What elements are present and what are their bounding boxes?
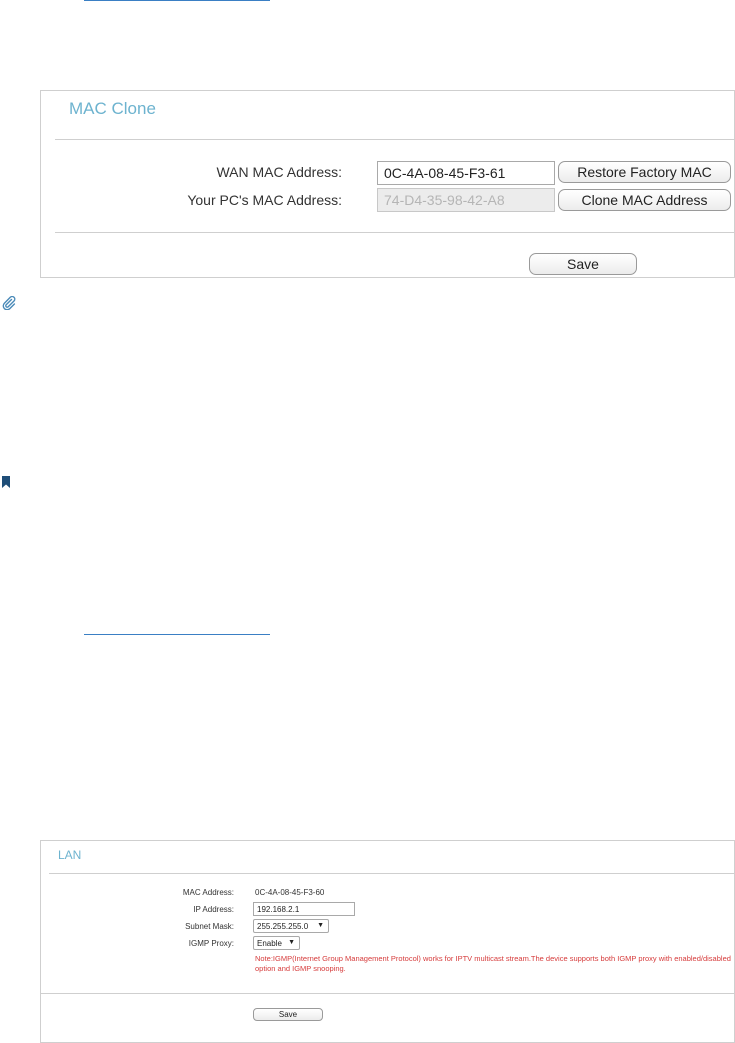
lan-subnet-value: 255.255.255.0 (257, 922, 309, 931)
lan-mac-value: 0C-4A-08-45-F3-60 (255, 888, 325, 897)
lan-igmp-note: Note:IGMP(Internet Group Management Prot… (255, 954, 731, 973)
wan-mac-input[interactable]: 0C-4A-08-45-F3-61 (377, 161, 555, 185)
link-underline-top[interactable] (84, 0, 270, 1)
link-underline-middle[interactable] (84, 634, 270, 635)
restore-factory-mac-button[interactable]: Restore Factory MAC (558, 161, 731, 183)
mac-clone-panel: MAC Clone WAN MAC Address: 0C-4A-08-45-F… (40, 90, 735, 278)
lan-divider-bottom (41, 993, 735, 994)
mac-clone-divider-bottom (55, 232, 735, 233)
clone-mac-address-button[interactable]: Clone MAC Address (558, 189, 731, 211)
lan-subnet-label: Subnet Mask: (185, 922, 234, 931)
pc-mac-input: 74-D4-35-98-42-A8 (377, 188, 555, 212)
lan-divider-top (49, 873, 735, 874)
lan-subnet-select[interactable]: 255.255.255.0 ▼ (253, 919, 329, 933)
lan-save-button[interactable]: Save (253, 1008, 323, 1021)
chevron-down-icon: ▼ (288, 939, 295, 946)
pc-mac-label: Your PC's MAC Address: (187, 192, 342, 208)
wan-mac-label: WAN MAC Address: (216, 164, 342, 180)
lan-ip-input[interactable]: 192.168.2.1 (253, 902, 355, 916)
mac-clone-save-button[interactable]: Save (529, 253, 637, 275)
lan-title: LAN (58, 848, 82, 862)
lan-panel: LAN MAC Address: 0C-4A-08-45-F3-60 IP Ad… (40, 840, 735, 1043)
bookmark-icon (2, 475, 10, 488)
lan-igmp-label: IGMP Proxy: (188, 939, 234, 948)
lan-ip-label: IP Address: (193, 905, 234, 914)
lan-igmp-select[interactable]: Enable ▼ (253, 936, 300, 950)
mac-clone-divider-top (55, 139, 735, 140)
chevron-down-icon: ▼ (317, 922, 324, 929)
mac-clone-title: MAC Clone (69, 99, 156, 118)
lan-igmp-value: Enable (257, 939, 282, 948)
lan-mac-label: MAC Address: (182, 888, 234, 897)
paperclip-icon (2, 295, 16, 311)
